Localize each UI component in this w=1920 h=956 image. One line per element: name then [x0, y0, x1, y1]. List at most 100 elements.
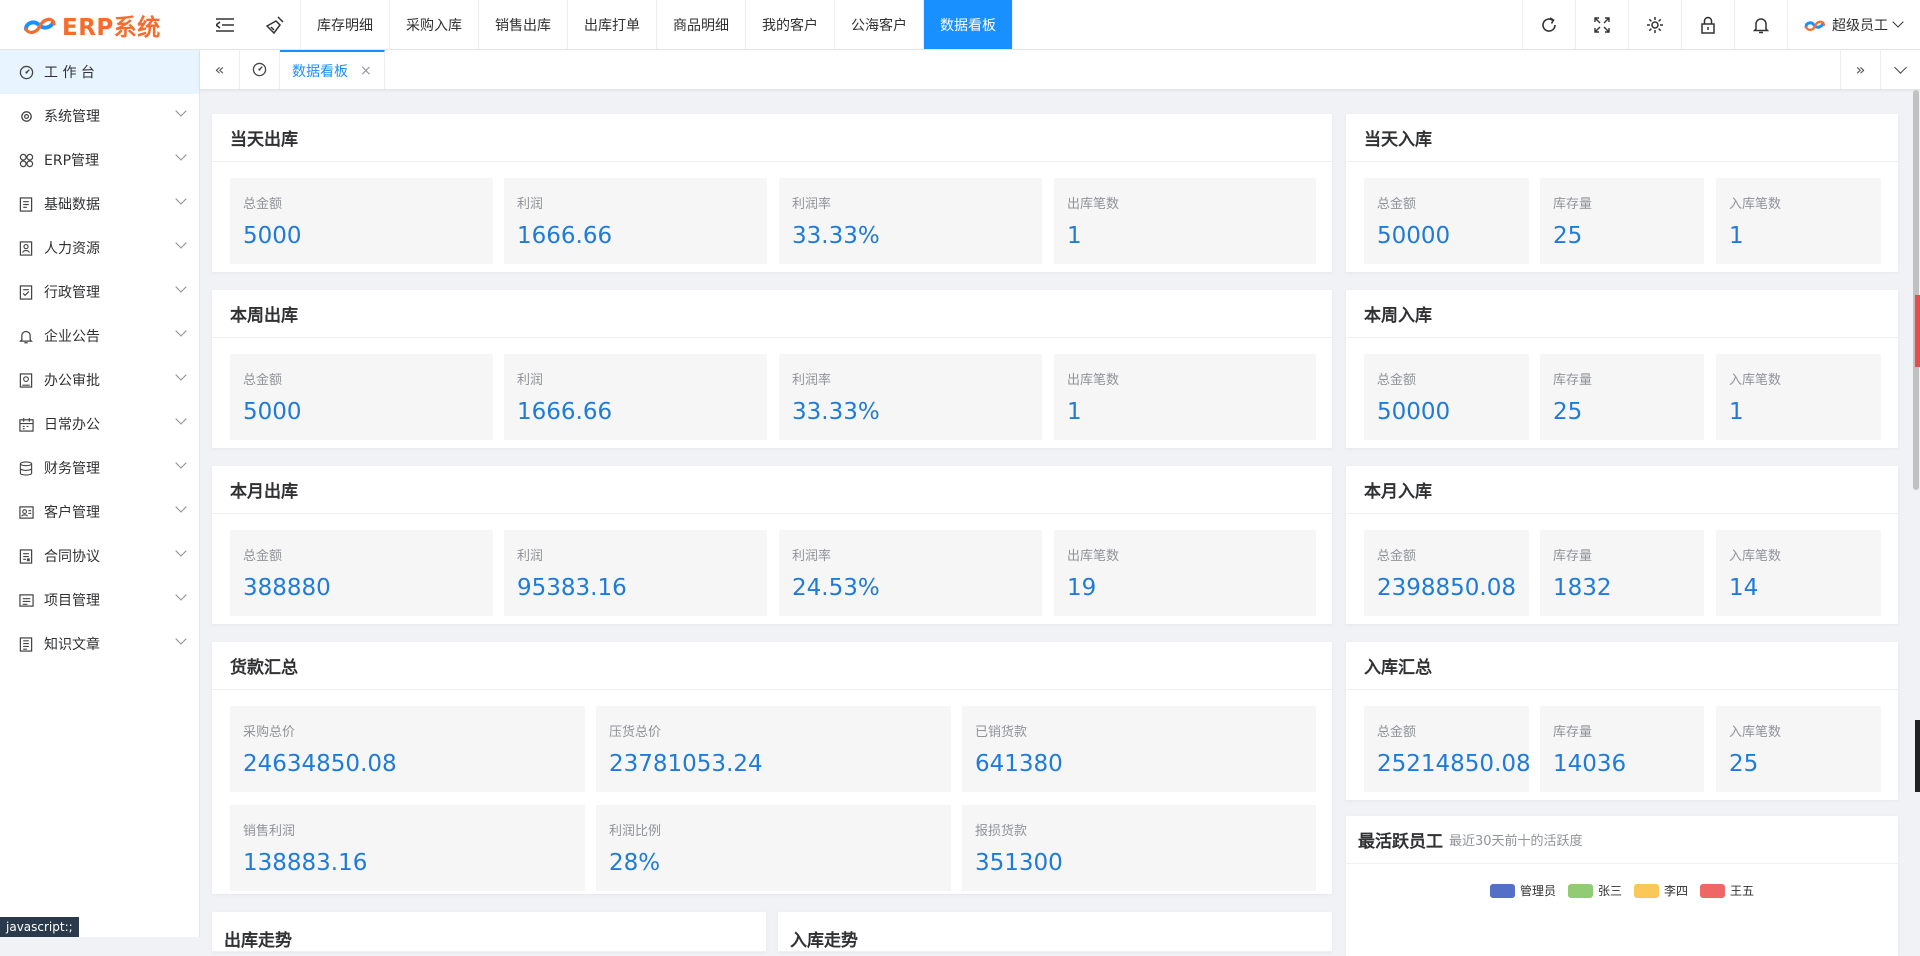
chevron-down-icon [175, 633, 187, 645]
stat-value: 24.53% [792, 575, 880, 601]
stat-label: 报损货款 [975, 824, 1028, 839]
cloud-logo-icon [24, 17, 56, 34]
bell-icon[interactable] [1734, 0, 1787, 49]
tab-label: 数据看板 [292, 63, 348, 80]
clear-brush-icon[interactable] [250, 0, 300, 49]
sidebar-item-hr[interactable]: 人力资源 [0, 226, 199, 270]
tab-menu-chevron-icon[interactable] [1880, 50, 1920, 89]
quick-tab-active[interactable]: 数据看板 [924, 0, 1013, 49]
stat-value: 388880 [243, 575, 331, 601]
stat-label: 利润 [517, 197, 544, 212]
quick-tab[interactable]: 库存明细 [300, 0, 390, 49]
stat-label: 销售利润 [243, 824, 296, 839]
stat-label: 库存量 [1553, 373, 1593, 388]
sidebar-item-admin[interactable]: 行政管理 [0, 270, 199, 314]
sidebar-item-label: ERP管理 [44, 153, 100, 169]
stat-profit: 利润 1666.66 [504, 354, 767, 440]
user-menu[interactable]: 超级员工 [1787, 0, 1920, 49]
sidebar-item-label: 企业公告 [44, 329, 100, 345]
bell-icon [18, 328, 34, 344]
legend-item[interactable]: 王五 [1700, 882, 1754, 899]
stat-value: 19 [1067, 575, 1097, 601]
menu-fold-icon[interactable] [200, 0, 250, 49]
gear-icon[interactable] [1628, 0, 1681, 49]
stat-label: 库存量 [1553, 197, 1593, 212]
stat-out-count: 出库笔数 1 [1054, 354, 1316, 440]
scroll-thumb[interactable] [1913, 90, 1919, 490]
sidebar-item-project[interactable]: 项目管理 [0, 578, 199, 622]
logo-text: ERP系统 [62, 14, 161, 41]
stat-value: 33.33% [792, 399, 880, 425]
scroll-right-icon[interactable]: » [1840, 50, 1880, 89]
dashboard-main: 当天出库 总金额 5000 利润 1666.66 利润率 33.33% 出库笔数… [200, 90, 1920, 956]
sidebar-item-daily[interactable]: 日常办公 [0, 402, 199, 446]
card-in-trend: 入库走势 [778, 912, 1332, 952]
card-title: 入库汇总 [1346, 642, 1898, 690]
chevron-down-icon [175, 149, 187, 161]
page-scrollbar[interactable] [1912, 90, 1920, 937]
quick-tab[interactable]: 商品明细 [657, 0, 746, 49]
stat-label: 利润率 [792, 197, 832, 212]
sidebar-item-customer[interactable]: 客户管理 [0, 490, 199, 534]
quick-tab[interactable]: 出库打单 [568, 0, 657, 49]
stat-label: 已销货款 [975, 725, 1028, 740]
stat-profit-rate: 利润率 24.53% [779, 530, 1042, 616]
stat-stock: 库存量 1832 [1540, 530, 1704, 616]
person-icon [18, 240, 34, 256]
close-icon[interactable]: × [360, 63, 372, 79]
card-in-summary: 入库汇总 总金额 25214850.08 库存量 14036 入库笔数 25 [1346, 642, 1898, 800]
tab-data-board[interactable]: 数据看板 × [280, 50, 385, 89]
chevron-down-icon [1892, 16, 1904, 28]
legend-item[interactable]: 张三 [1567, 882, 1622, 899]
stat-sold-payment: 已销货款 641380 [962, 706, 1316, 792]
sidebar-item-system[interactable]: 系统管理 [0, 94, 199, 138]
stat-out-count: 出库笔数 1 [1054, 178, 1316, 264]
stat-value: 641380 [975, 751, 1063, 777]
dashboard-icon [18, 64, 34, 80]
status-link-tip: javascript:; [0, 917, 79, 937]
quick-tab[interactable]: 我的客户 [746, 0, 835, 49]
card-payment-summary: 货款汇总 采购总价 24634850.08 压货总价 23781053.24 已… [212, 642, 1332, 894]
quick-tab[interactable]: 采购入库 [390, 0, 479, 49]
stat-total-amount: 总金额 388880 [230, 530, 493, 616]
legend-item[interactable]: 管理员 [1489, 882, 1556, 899]
stat-value: 2398850.08 [1377, 575, 1517, 601]
side-float-tab[interactable] [1915, 295, 1920, 367]
lock-icon[interactable] [1681, 0, 1734, 49]
sidebar-item-base-data[interactable]: 基础数据 [0, 182, 199, 226]
stat-total-amount: 总金额 5000 [230, 178, 493, 264]
card-title: 本月出库 [212, 466, 1332, 514]
sidebar-item-label: 日常办公 [44, 417, 100, 433]
sidebar-item-contract[interactable]: 合同协议 [0, 534, 199, 578]
stat-label: 出库笔数 [1067, 549, 1120, 564]
sidebar-item-knowledge[interactable]: 知识文章 [0, 622, 199, 666]
stat-sales-profit: 销售利润 138883.16 [230, 805, 585, 891]
chevron-down-icon [175, 457, 187, 469]
card-title: 当天出库 [212, 114, 1332, 162]
stat-label: 入库笔数 [1729, 725, 1782, 740]
quick-tab[interactable]: 销售出库 [479, 0, 568, 49]
sidebar-item-erp[interactable]: ERP管理 [0, 138, 199, 182]
chevron-down-icon [175, 281, 187, 293]
sidebar-item-finance[interactable]: 财务管理 [0, 446, 199, 490]
stat-value: 25 [1553, 399, 1583, 425]
sidebar-item-dashboard[interactable]: 工 作 台 [0, 50, 199, 94]
scroll-left-icon[interactable]: « [200, 50, 240, 89]
stat-in-count: 入库笔数 25 [1716, 706, 1881, 792]
sidebar-item-label: 客户管理 [44, 505, 100, 521]
sidebar-item-notice[interactable]: 企业公告 [0, 314, 199, 358]
stat-label: 利润 [517, 549, 544, 564]
legend-item[interactable]: 李四 [1634, 882, 1688, 899]
fullscreen-icon[interactable] [1575, 0, 1628, 49]
system-icon [18, 108, 34, 124]
chevron-down-icon [175, 325, 187, 337]
chevron-down-icon [175, 589, 187, 601]
home-tab[interactable] [240, 50, 280, 89]
quick-tab[interactable]: 公海客户 [835, 0, 924, 49]
refresh-icon[interactable] [1522, 0, 1575, 49]
stat-value: 1 [1729, 399, 1744, 425]
app-logo[interactable]: ERP系统 [0, 0, 200, 49]
sidebar-item-label: 知识文章 [44, 637, 100, 653]
side-float-tab-dark[interactable] [1915, 720, 1920, 792]
sidebar-item-approval[interactable]: 办公审批 [0, 358, 199, 402]
